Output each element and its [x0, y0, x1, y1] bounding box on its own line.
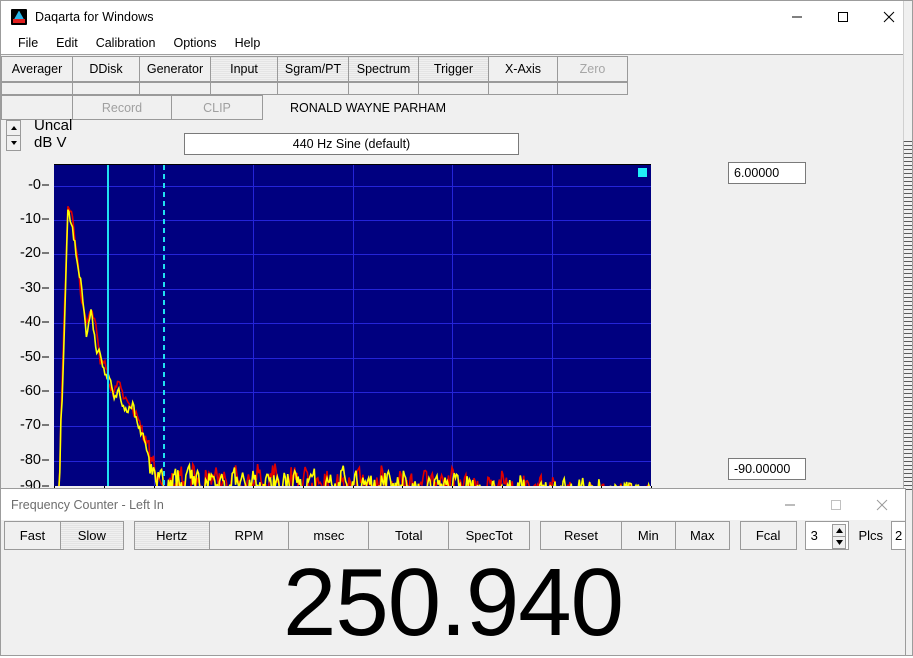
tab-averager[interactable]: Averager	[1, 56, 73, 82]
tab-input[interactable]: Input	[210, 56, 278, 82]
y-axis-tick	[42, 390, 49, 392]
y-axis-tick-label: -50	[20, 348, 41, 365]
subbox-zero[interactable]	[557, 82, 628, 95]
scale-units-line1: Uncal	[34, 117, 73, 134]
tab-ddisk[interactable]: DDisk	[72, 56, 140, 82]
y-axis-tick-label: -20	[20, 245, 41, 262]
y-axis-labels: -0 -10 -20 -30 -40 -50 -60 -70 -80 -90	[1, 164, 49, 494]
delta-cursor[interactable]	[163, 165, 165, 486]
y-axis-tick	[42, 184, 49, 186]
menu-item-options[interactable]: Options	[164, 35, 225, 51]
menu-item-file[interactable]: File	[9, 35, 47, 51]
y-axis-tick	[42, 252, 49, 254]
extra-field[interactable]: 2	[891, 521, 906, 550]
minimize-icon[interactable]	[767, 489, 813, 520]
freq-counter-window-controls	[767, 489, 905, 520]
fc-button-rpm[interactable]: RPM	[208, 521, 290, 550]
tab-zero: Zero	[557, 56, 628, 82]
menu-item-help[interactable]: Help	[226, 35, 270, 51]
y-axis-tick	[42, 287, 49, 289]
menu-bar: File Edit Calibration Options Help	[1, 32, 912, 54]
freq-counter-title: Frequency Counter - Left In	[11, 497, 164, 512]
tab-spectrum[interactable]: Spectrum	[348, 56, 419, 82]
subbox-x-axis[interactable]	[488, 82, 558, 95]
tab-strip: Averager DDisk Generator Input Sgram/PT …	[1, 54, 912, 82]
fc-button-reset[interactable]: Reset	[540, 521, 622, 550]
trace-red	[58, 205, 649, 486]
scale-units-line2: dB V	[34, 134, 67, 151]
top-scale-value[interactable]: 6.00000	[728, 162, 806, 184]
places-value: 3	[810, 528, 818, 543]
y-axis-tick-label: -80	[20, 451, 41, 468]
subbox-generator[interactable]	[139, 82, 211, 95]
y-axis-tick	[42, 218, 49, 220]
fc-button-fcal[interactable]: Fcal	[739, 521, 797, 550]
frequency-readout: 250.940	[282, 549, 624, 656]
y-axis-tick	[42, 424, 49, 426]
subbox-ddisk[interactable]	[72, 82, 140, 95]
scale-units: Uncal dB V	[34, 117, 72, 151]
tab-generator[interactable]: Generator	[139, 56, 211, 82]
down-arrow-icon[interactable]	[832, 536, 847, 549]
main-titlebar: Daqarta for Windows	[1, 1, 912, 32]
spectrum-plot-area: -0 -10 -20 -30 -40 -50 -60 -70 -80 -90	[1, 164, 701, 494]
tab-x-axis[interactable]: X-Axis	[488, 56, 558, 82]
right-edge-filler	[903, 1, 912, 141]
fc-button-spectot[interactable]: SpecTot	[448, 521, 531, 550]
tab-trigger[interactable]: Trigger	[418, 56, 489, 82]
fc-button-total[interactable]: Total	[368, 521, 450, 550]
fc-button-min[interactable]: Min	[620, 521, 676, 550]
fc-button-msec[interactable]: msec	[288, 521, 370, 550]
trace-yellow	[58, 209, 651, 486]
maximize-icon[interactable]	[820, 1, 866, 32]
user-name-label: RONALD WAYNE PARHAM	[290, 100, 447, 115]
y-axis-tick-label: -40	[20, 314, 41, 331]
maximize-icon[interactable]	[813, 489, 859, 520]
freq-counter-toolbar: Fast Slow Hertz RPM msec Total SpecTot R…	[1, 520, 906, 551]
minimize-icon[interactable]	[774, 1, 820, 32]
subbox-trigger[interactable]	[418, 82, 489, 95]
menu-item-calibration[interactable]: Calibration	[87, 35, 165, 51]
y-axis-tick	[42, 356, 49, 357]
y-axis-tick-label: -0	[28, 176, 41, 193]
y-axis-tick-label: -70	[20, 417, 41, 434]
y-axis-tick-label: -10	[20, 211, 41, 227]
tab-sgram-pt[interactable]: Sgram/PT	[277, 56, 349, 82]
fc-button-fast[interactable]: Fast	[4, 521, 61, 550]
fc-button-hertz[interactable]: Hertz	[133, 521, 210, 550]
y-axis-tick-label: -30	[20, 279, 41, 296]
tab-subrow	[1, 82, 912, 95]
menu-item-edit[interactable]: Edit	[47, 35, 87, 51]
scale-spinner[interactable]	[6, 120, 21, 151]
window-title: Daqarta for Windows	[35, 9, 154, 24]
places-label: Plcs	[858, 528, 884, 543]
subbox-input[interactable]	[210, 82, 278, 95]
plot-corner-marker[interactable]	[638, 168, 647, 177]
fc-button-max[interactable]: Max	[674, 521, 730, 550]
frequency-counter-window: Frequency Counter - Left In Fast Slow He…	[0, 488, 906, 656]
subbox-spectrum[interactable]	[348, 82, 419, 95]
subbox-sgram-pt[interactable]	[277, 82, 349, 95]
window-controls	[774, 1, 912, 32]
main-cursor[interactable]	[107, 165, 109, 486]
generator-label[interactable]: 440 Hz Sine (default)	[184, 133, 519, 155]
places-stepper-buttons[interactable]	[832, 524, 847, 549]
subbox-averager[interactable]	[1, 82, 73, 95]
y-axis-tick	[42, 485, 49, 487]
fc-button-slow[interactable]: Slow	[59, 521, 124, 550]
y-axis-tick-label: -60	[20, 382, 41, 399]
up-arrow-icon[interactable]	[6, 120, 21, 136]
spectrum-traces	[58, 205, 651, 486]
y-axis-tick	[42, 459, 49, 461]
spectrum-plot[interactable]	[54, 164, 651, 486]
places-stepper[interactable]: 3	[804, 521, 850, 550]
y-axis-tick	[42, 321, 49, 323]
close-icon[interactable]	[859, 489, 905, 520]
bottom-scale-value[interactable]: -90.00000	[728, 458, 806, 480]
daqarta-logo-icon	[11, 8, 27, 25]
freq-counter-titlebar: Frequency Counter - Left In	[1, 489, 905, 520]
right-edge-hatch	[903, 141, 912, 490]
down-arrow-icon[interactable]	[6, 135, 21, 151]
